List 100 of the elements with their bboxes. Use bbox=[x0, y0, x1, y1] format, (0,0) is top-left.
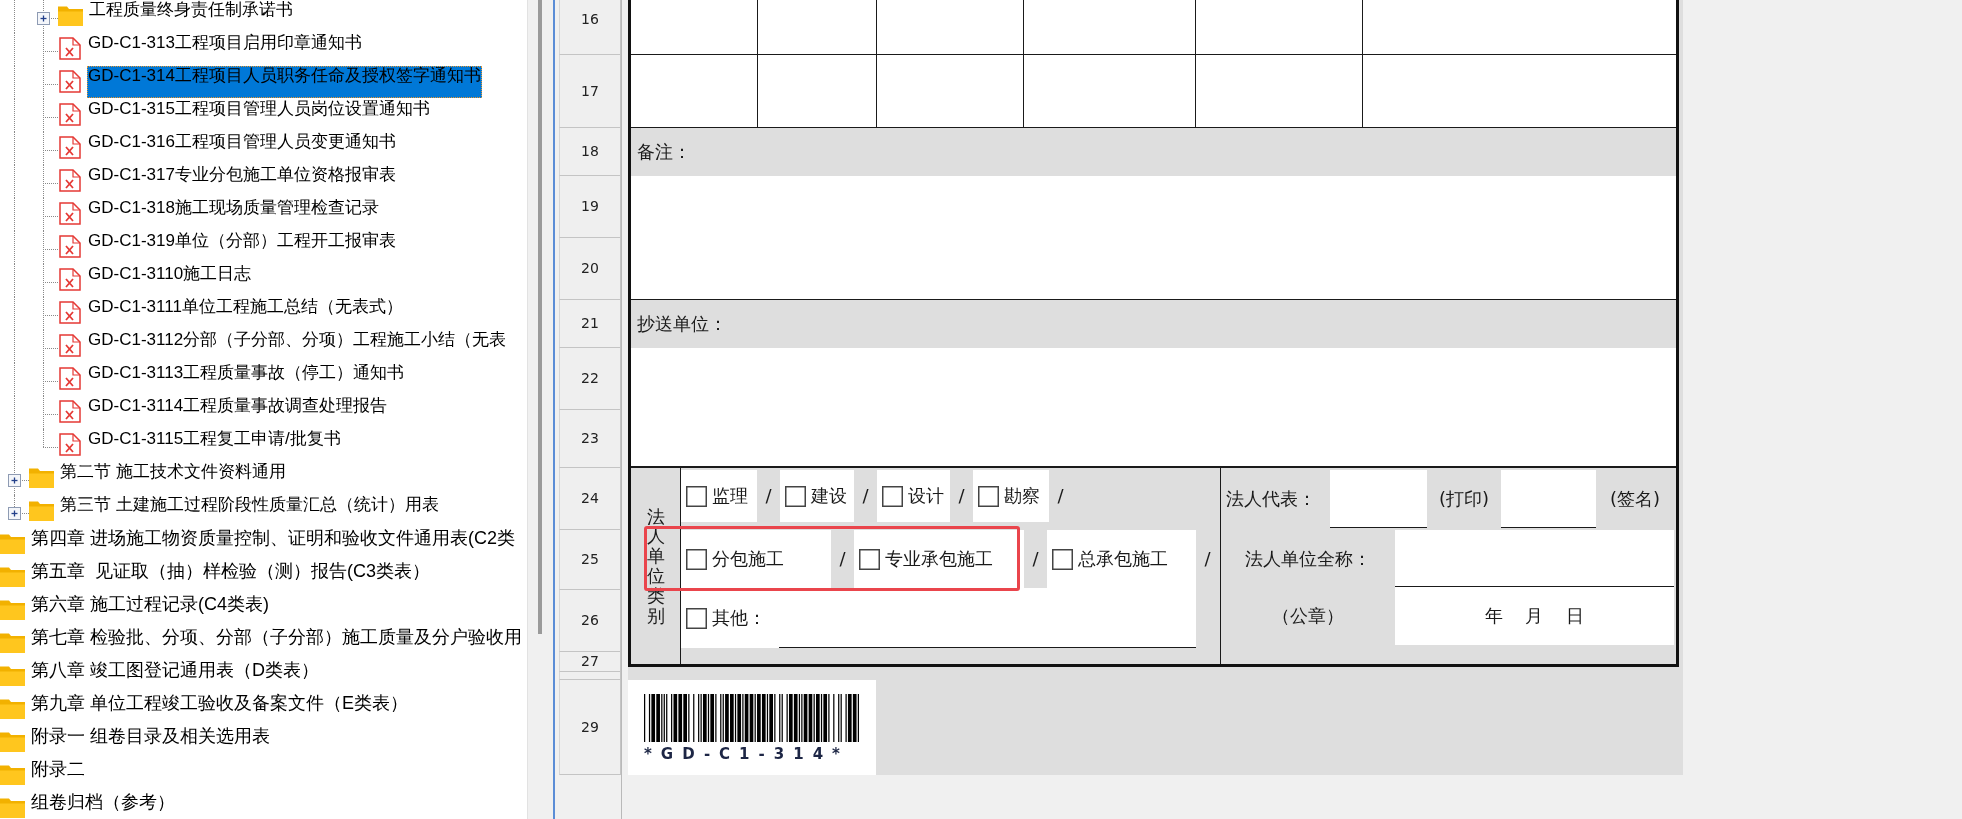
row-header: 21 bbox=[559, 300, 621, 348]
checkbox[interactable] bbox=[978, 485, 999, 507]
row-header: 25 bbox=[559, 530, 621, 590]
option-label: 设计 bbox=[908, 485, 944, 507]
option-label: 分包施工 bbox=[712, 548, 784, 570]
tree-item[interactable]: 工程质量终身责任制承诺书 bbox=[88, 0, 294, 20]
row-header: 27 bbox=[559, 652, 621, 672]
document-icon bbox=[59, 268, 81, 291]
checkbox[interactable] bbox=[785, 485, 806, 507]
legal-rep-label: 法人代表： bbox=[1226, 488, 1316, 510]
sign-note: (签名) bbox=[1609, 488, 1660, 510]
row-header: 23 bbox=[559, 410, 621, 468]
tree-item[interactable]: GD-C1-3112分部（子分部、分项）工程施工小结（无表 bbox=[87, 330, 508, 350]
row-header: 16 bbox=[559, 0, 621, 55]
row-header: 26 bbox=[559, 590, 621, 652]
seal-note: （公章） bbox=[1272, 605, 1344, 627]
option-label: 勘察 bbox=[1004, 485, 1040, 507]
tree-item[interactable]: GD-C1-313工程项目启用印章通知书 bbox=[87, 33, 363, 53]
tree-item[interactable]: GD-C1-3111单位工程施工总结（无表式） bbox=[87, 297, 404, 317]
folder-icon bbox=[0, 731, 25, 752]
tree-item[interactable]: GD-C1-3110施工日志 bbox=[87, 264, 253, 284]
tree-item[interactable]: 附录二 bbox=[30, 759, 86, 779]
tree-item[interactable]: 第三节 土建施工过程阶段性质量汇总（统计）用表 bbox=[59, 495, 440, 515]
document-icon bbox=[59, 367, 81, 390]
tree-item[interactable]: 第八章 竣工图登记通用表（D类表） bbox=[30, 660, 320, 680]
document-icon bbox=[59, 301, 81, 324]
option-label: 总承包施工 bbox=[1078, 548, 1168, 570]
expand-icon[interactable] bbox=[8, 507, 21, 520]
row-header: 22 bbox=[559, 348, 621, 410]
checkbox[interactable] bbox=[859, 548, 880, 570]
separator: / bbox=[1204, 548, 1211, 570]
unit-name-label: 法人单位全称： bbox=[1245, 547, 1371, 570]
date-field[interactable]: 年 月 日 bbox=[1395, 587, 1674, 645]
row-header: 29 bbox=[559, 680, 621, 775]
scrollbar-thumb[interactable] bbox=[538, 0, 542, 634]
tree-item[interactable]: GD-C1-316工程项目管理人员变更通知书 bbox=[87, 132, 397, 152]
tree-item[interactable]: 第六章 施工过程记录(C4类表) bbox=[30, 594, 270, 614]
tree-item[interactable]: GD-C1-315工程项目管理人员岗位设置通知书 bbox=[87, 99, 431, 119]
cc-units-label: 抄送单位： bbox=[631, 300, 1676, 348]
option-label: 其他： bbox=[712, 607, 766, 629]
checkbox[interactable] bbox=[686, 548, 707, 570]
option-label: 专业承包施工 bbox=[885, 548, 993, 570]
expand-icon[interactable] bbox=[8, 474, 21, 487]
signature-field[interactable] bbox=[1501, 470, 1596, 528]
document-icon bbox=[59, 169, 81, 192]
separator: / bbox=[862, 485, 869, 507]
expand-icon[interactable] bbox=[37, 12, 50, 25]
option-label: 监理 bbox=[712, 485, 748, 507]
tree-item[interactable]: 第四章 进场施工物资质量控制、证明和验收文件通用表(C2类 bbox=[30, 528, 516, 548]
separator: / bbox=[958, 485, 965, 507]
separator: / bbox=[1032, 548, 1039, 570]
tree-item[interactable]: GD-C1-3113工程质量事故（停工）通知书 bbox=[87, 363, 406, 383]
checkbox[interactable] bbox=[882, 485, 903, 507]
tree-item[interactable]: 第二节 施工技术文件资料通用 bbox=[59, 462, 287, 482]
tree-item[interactable]: GD-C1-319单位（分部）工程开工报审表 bbox=[87, 231, 397, 251]
folder-icon bbox=[58, 5, 83, 26]
document-icon bbox=[59, 37, 81, 60]
tree-item[interactable]: 第七章 检验批、分项、分部（子分部）施工质量及分户验收用 bbox=[30, 627, 523, 647]
barcode-caption: *GD-C1-314* bbox=[644, 746, 849, 762]
folder-icon bbox=[0, 797, 25, 818]
separator: / bbox=[765, 485, 772, 507]
document-icon bbox=[59, 334, 81, 357]
folder-icon bbox=[0, 632, 25, 653]
option-label: 建设 bbox=[811, 485, 847, 507]
tree-item[interactable]: GD-C1-314工程项目人员职务任命及授权签字通知书 bbox=[87, 66, 482, 98]
checkbox[interactable] bbox=[686, 607, 707, 629]
document-icon bbox=[59, 202, 81, 225]
tree-item[interactable]: 第五章 见证取（抽）样检验（测）报告(C3类表） bbox=[30, 561, 431, 581]
tree-item[interactable]: GD-C1-3114工程质量事故调查处理报告 bbox=[87, 396, 389, 416]
folder-icon bbox=[0, 599, 25, 620]
print-name-field[interactable] bbox=[1330, 470, 1427, 528]
tree-item[interactable]: 附录一 组卷目录及相关选用表 bbox=[30, 726, 271, 746]
row-header: 24 bbox=[559, 468, 621, 530]
tree-item[interactable]: 组卷归档（参考） bbox=[30, 792, 176, 812]
document-icon bbox=[59, 400, 81, 423]
tree-item[interactable]: GD-C1-317专业分包施工单位资格报审表 bbox=[87, 165, 397, 185]
folder-icon bbox=[0, 533, 25, 554]
folder-icon bbox=[0, 764, 25, 785]
checkbox[interactable] bbox=[686, 485, 707, 507]
folder-icon bbox=[0, 665, 25, 686]
print-note: (打印) bbox=[1438, 488, 1489, 510]
document-icon bbox=[59, 235, 81, 258]
separator: / bbox=[839, 548, 846, 570]
document-icon bbox=[59, 433, 81, 456]
separator: / bbox=[1057, 485, 1064, 507]
document-icon bbox=[59, 103, 81, 126]
folder-icon bbox=[29, 467, 54, 488]
row-header: 19 bbox=[559, 176, 621, 238]
checkbox[interactable] bbox=[1052, 548, 1073, 570]
tree-item[interactable]: GD-C1-3115工程复工申请/批复书 bbox=[87, 429, 342, 449]
remarks-label: 备注： bbox=[631, 128, 1676, 176]
row-header: 18 bbox=[559, 128, 621, 176]
tree-item[interactable]: GD-C1-318施工现场质量管理检查记录 bbox=[87, 198, 380, 218]
row-header: 17 bbox=[559, 55, 621, 128]
folder-icon bbox=[29, 500, 54, 521]
document-icon bbox=[59, 136, 81, 159]
tree-item[interactable]: 第九章 单位工程竣工验收及备案文件（E类表） bbox=[30, 693, 409, 713]
document-icon bbox=[59, 70, 81, 93]
folder-icon bbox=[0, 698, 25, 719]
unit-name-field[interactable] bbox=[1395, 530, 1674, 587]
